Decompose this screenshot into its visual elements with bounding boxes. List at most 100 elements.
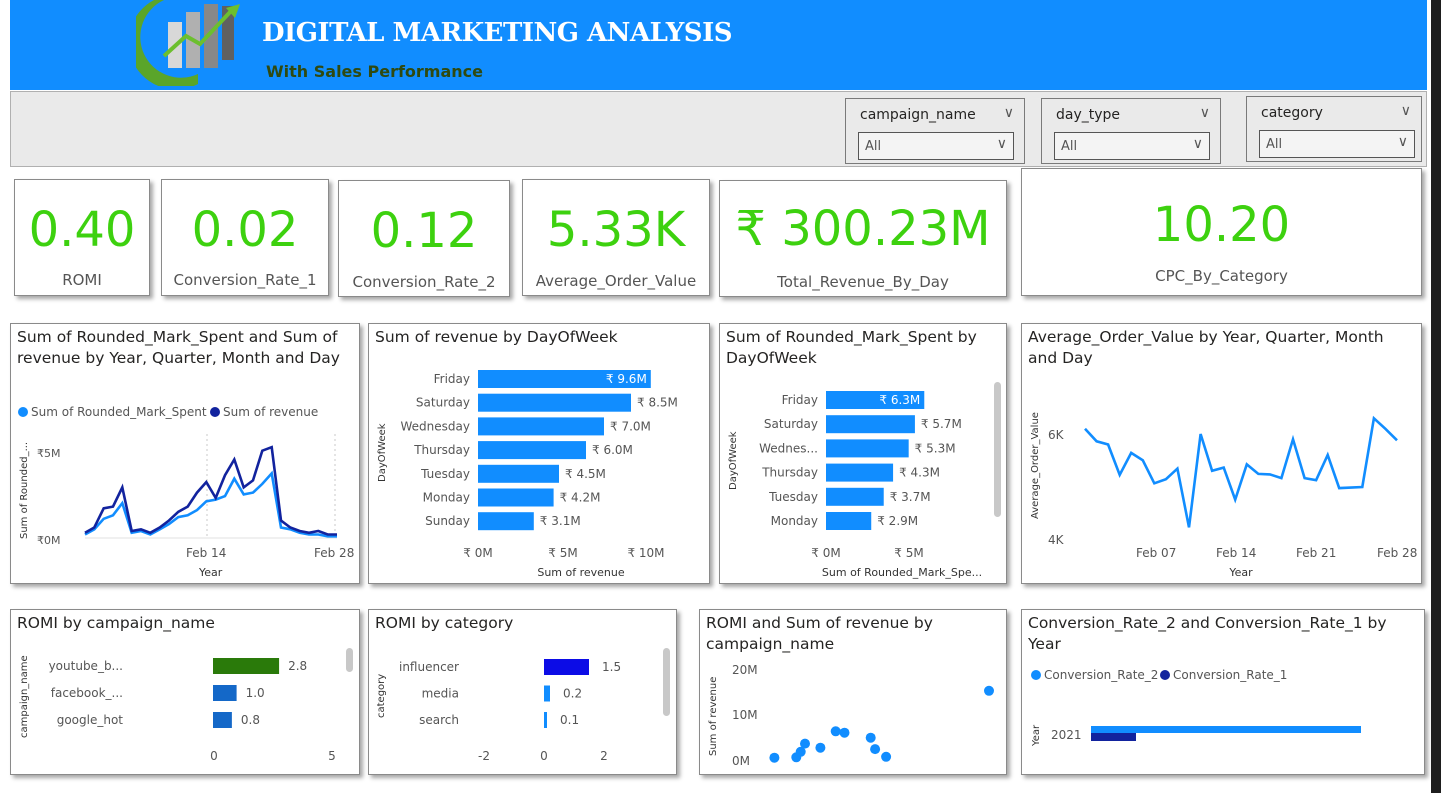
y-axis-label: Year <box>1031 724 1042 747</box>
chart-svg: Average_Order_Value 6K 4K Feb 07 Feb 14 … <box>1030 412 1417 579</box>
category-label: Wednes... <box>759 441 818 455</box>
y-tick: 20M <box>732 663 758 677</box>
chart-aov-by-date[interactable]: Average_Order_Value by Year, Quarter, Mo… <box>1021 323 1422 584</box>
kpi-card-conversion-rate-2[interactable]: 0.12 Conversion_Rate_2 <box>338 180 510 297</box>
chart-revenue-by-dayofweek[interactable]: Sum of revenue by DayOfWeek DayOfWeek Su… <box>368 323 710 584</box>
data-label: 1.5 <box>602 660 621 674</box>
category-label: Friday <box>434 372 470 386</box>
chart-svg: category influencer 1.5 media 0.2 search 0.1 -… <box>376 659 621 763</box>
kpi-label: Average_Order_Value <box>535 272 697 290</box>
slicer-label: category <box>1261 105 1323 121</box>
chevron-down-icon[interactable]: ∨ <box>1200 105 1210 121</box>
y-tick: 2021 <box>1051 728 1082 742</box>
kpi-card-average-order-value[interactable]: 5.33K Average_Order_Value <box>522 179 710 296</box>
x-tick: ₹ 0M <box>811 546 840 560</box>
x-tick: 5 <box>328 749 336 763</box>
kpi-value: 10.20 <box>1152 197 1291 253</box>
y-tick: 0M <box>732 754 750 768</box>
category-label: Wednesday <box>401 419 470 433</box>
y-axis-label: Sum of Rounded_... <box>19 442 30 539</box>
legend-label: Sum of revenue <box>223 405 318 419</box>
slicer-value: All <box>1061 139 1078 154</box>
kpi-value: 0.12 <box>370 203 478 259</box>
data-label: ₹ 7.0M <box>610 419 651 433</box>
chart-romi-by-campaign[interactable]: ROMI by campaign_name campaign_name yout… <box>10 609 360 775</box>
category-label: Friday <box>782 393 818 407</box>
bar <box>478 441 586 460</box>
x-axis-label: Sum of Rounded_Mark_Spe... <box>822 566 982 579</box>
chevron-down-icon[interactable]: ∨ <box>1004 105 1014 121</box>
chart-svg: Conversion_Rate_2 Conversion_Rate_1 Year… <box>1031 668 1361 747</box>
slicer-category[interactable]: category ∨ All ∨ <box>1246 96 1422 162</box>
category-label: Saturday <box>416 396 470 410</box>
scrollbar[interactable] <box>346 648 353 672</box>
x-axis-label: Sum of revenue <box>537 566 625 579</box>
bar <box>544 685 550 702</box>
y-axis-label: DayOfWeek <box>728 431 739 490</box>
x-axis-label: Year <box>1228 566 1253 579</box>
x-tick: 2 <box>600 749 608 763</box>
data-label: 1.0 <box>246 686 265 700</box>
y-tick: 6K <box>1048 428 1065 442</box>
data-label: ₹ 4.5M <box>565 467 606 481</box>
chevron-down-icon[interactable]: ∨ <box>1401 103 1411 119</box>
chart-svg: Sum of Rounded_Mark_Spent Sum of revenue… <box>18 405 354 579</box>
chart-svg: DayOfWeek Sum of Rounded_Mark_Spe... Fri… <box>728 391 982 579</box>
kpi-card-total-revenue[interactable]: ₹ 300.23M Total_Revenue_By_Day <box>719 180 1007 297</box>
chevron-down-icon: ∨ <box>1397 134 1408 150</box>
kpi-label: Total_Revenue_By_Day <box>777 273 949 291</box>
legend-marker <box>210 407 220 417</box>
kpi-label: CPC_By_Category <box>1155 267 1288 285</box>
chart-mark-spent-by-dayofweek[interactable]: Sum of Rounded_Mark_Spent by DayOfWeek D… <box>719 323 1007 584</box>
slicer-campaign-name[interactable]: campaign_name ∨ All ∨ <box>845 98 1025 164</box>
scatter-point <box>881 751 892 762</box>
scrollbar[interactable] <box>994 382 1001 517</box>
category-label: media <box>422 687 459 701</box>
kpi-card-romi[interactable]: 0.40 ROMI <box>14 179 150 296</box>
category-label: Sunday <box>425 514 470 528</box>
data-label: ₹ 2.9M <box>877 514 918 528</box>
bar <box>1091 733 1136 741</box>
x-tick: ₹ 5M <box>894 546 923 560</box>
bar <box>478 393 631 412</box>
data-label: ₹ 5.7M <box>921 417 962 431</box>
legend-label: Conversion_Rate_2 <box>1044 668 1158 682</box>
x-tick: Feb 28 <box>1377 546 1417 560</box>
scrollbar[interactable] <box>663 648 670 716</box>
chart-svg: DayOfWeek Sum of revenue Friday ₹ 9.6M Sat… <box>377 370 678 579</box>
kpi-value: 0.02 <box>191 202 299 258</box>
series-line-2 <box>84 445 337 536</box>
kpi-label: ROMI <box>62 271 102 289</box>
bar <box>213 712 232 728</box>
chart-romi-by-category[interactable]: ROMI by category category influencer 1.5 m… <box>368 609 677 775</box>
scatter-point <box>839 727 850 738</box>
bar <box>826 463 894 482</box>
bar <box>544 712 547 728</box>
bar <box>478 488 554 507</box>
data-label: ₹ 3.7M <box>890 490 931 504</box>
legend-label: Sum of Rounded_Mark_Spent <box>31 405 207 419</box>
bar <box>478 417 604 436</box>
chart-mark-spent-revenue-by-date[interactable]: Sum of Rounded_Mark_Spent and Sum of rev… <box>10 323 360 584</box>
slicer-dropdown[interactable]: All ∨ <box>1054 132 1210 160</box>
chart-conversion-rates-by-year[interactable]: Conversion_Rate_2 and Conversion_Rate_1 … <box>1021 609 1425 775</box>
scatter-point <box>865 732 876 743</box>
page-subtitle: With Sales Performance <box>266 62 483 81</box>
category-label: search <box>419 713 459 727</box>
kpi-card-conversion-rate-1[interactable]: 0.02 Conversion_Rate_1 <box>161 179 329 296</box>
kpi-card-cpc-by-category[interactable]: 10.20 CPC_By_Category <box>1021 168 1422 296</box>
slicer-dropdown[interactable]: All ∨ <box>858 132 1014 160</box>
bar <box>826 439 909 458</box>
slicer-dropdown[interactable]: All ∨ <box>1259 130 1415 158</box>
series-line <box>1084 415 1398 528</box>
slicer-day-type[interactable]: day_type ∨ All ∨ <box>1041 98 1221 164</box>
chart-romi-revenue-scatter[interactable]: ROMI and Sum of revenue by campaign_name… <box>699 609 1007 775</box>
slicer-value: All <box>1266 137 1283 152</box>
category-label: Monday <box>423 491 470 505</box>
data-label: ₹ 8.5M <box>637 396 678 410</box>
category-label: facebook_... <box>51 686 123 700</box>
data-label: 0.8 <box>241 713 260 727</box>
bar <box>213 658 280 674</box>
bar <box>826 415 915 434</box>
data-label: ₹ 4.3M <box>899 466 940 480</box>
